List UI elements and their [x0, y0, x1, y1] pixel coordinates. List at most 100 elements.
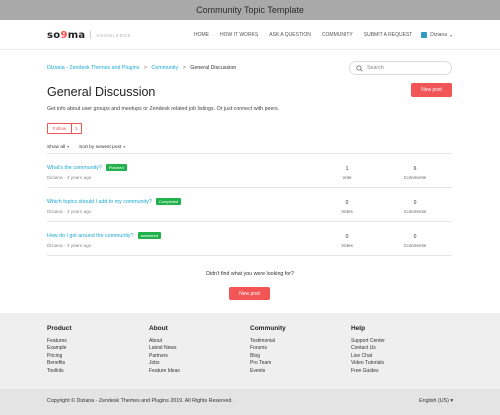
logo-divider: [90, 31, 92, 39]
footer-link[interactable]: About: [149, 338, 180, 345]
post-author[interactable]: Diziana: [47, 175, 63, 180]
footer-link[interactable]: Example: [47, 345, 72, 352]
footer-link[interactable]: Pro Team: [250, 360, 286, 367]
vote-count: 0 Votes: [327, 234, 367, 248]
vote-label: Vote: [342, 175, 352, 180]
brand-subtitle: KNOWLEDGE: [96, 32, 132, 38]
nav-how-it-works[interactable]: HOW IT WORKS: [220, 32, 258, 38]
post-author[interactable]: Diziana: [47, 243, 63, 248]
footer-link[interactable]: Forums: [250, 345, 286, 352]
post-meta: Diziana · 3 years ago: [47, 209, 92, 214]
post-title-row: How do I get around the community? answe…: [47, 232, 161, 239]
show-filter-label: Show all: [47, 145, 66, 150]
sort-label: Sort by newest post: [79, 145, 122, 150]
nav-community[interactable]: COMMUNITY: [322, 32, 353, 38]
footer-link[interactable]: Features: [47, 338, 72, 345]
breadcrumb-separator: >: [182, 65, 186, 71]
footer-link[interactable]: Video Tutorials: [351, 360, 385, 367]
breadcrumb-link-home[interactable]: Diziana - Zendesk Themes and Plugins: [47, 65, 139, 71]
chevron-down-icon: ▾: [123, 145, 126, 149]
list-item: How do I get around the community? answe…: [47, 222, 452, 256]
window-title: Community Topic Template: [0, 0, 500, 20]
footer-link[interactable]: Partners: [149, 353, 180, 360]
breadcrumb: Diziana - Zendesk Themes and Plugins > C…: [47, 65, 236, 71]
vote-count: 1 Vote: [327, 166, 367, 180]
follow-button[interactable]: Follow: [47, 123, 72, 134]
site-footer: Product Features Example Pricing Benefit…: [0, 313, 500, 389]
vote-count: 0 Votes: [327, 200, 367, 214]
footer-column-community: Community Testimonial Forums Blog Pro Te…: [250, 325, 286, 375]
sort-dropdown[interactable]: Sort by newest post ▾: [79, 144, 125, 150]
footer-link[interactable]: Feature Ideas: [149, 368, 180, 375]
footer-link[interactable]: Testimonial: [250, 338, 286, 345]
post-filters: Show all ▾ Sort by newest post ▾: [47, 144, 135, 150]
footer-link[interactable]: Free Guides: [351, 368, 385, 375]
vote-number: 0: [345, 234, 349, 240]
post-age: 3 years ago: [66, 209, 92, 214]
footer-link[interactable]: Jobs: [149, 360, 180, 367]
status-badge: answered: [137, 232, 161, 239]
footer-link[interactable]: Live Chat: [351, 353, 385, 360]
footer-link[interactable]: Events: [250, 368, 286, 375]
search-icon: [356, 64, 363, 72]
status-badge: Planned: [105, 164, 127, 171]
footer-heading: Help: [351, 325, 366, 332]
breadcrumb-separator: >: [143, 65, 147, 71]
footer-heading: About: [149, 325, 168, 332]
comment-number: 0: [413, 234, 417, 240]
footer-link[interactable]: Toolkits: [47, 368, 72, 375]
comment-label: Comments: [403, 175, 427, 180]
post-age: 3 years ago: [66, 175, 92, 180]
search-input[interactable]: [367, 65, 447, 71]
footer-bottom-bar: Copyright © Diziana - Zendesk Themes and…: [0, 389, 500, 415]
footer-heading: Community: [250, 325, 286, 332]
search-box[interactable]: [349, 61, 452, 75]
not-found-text: Didn't find what you were looking for?: [206, 271, 294, 277]
footer-column-product: Product Features Example Pricing Benefit…: [47, 325, 72, 375]
comment-label: Comments: [403, 209, 427, 214]
language-label: English (US): [419, 398, 449, 404]
comment-number: 0: [413, 200, 417, 206]
new-post-bottom-button[interactable]: New post: [229, 287, 270, 300]
breadcrumb-link-community[interactable]: Community: [151, 65, 178, 71]
footer-link[interactable]: Blog: [250, 353, 286, 360]
footer-link[interactable]: Contact Us: [351, 345, 385, 352]
user-name: Diziana: [430, 32, 447, 38]
post-age: 3 years ago: [66, 243, 92, 248]
language-selector[interactable]: English (US) ▾: [419, 398, 453, 404]
breadcrumb-current: General Discussion: [190, 65, 237, 71]
brand-logo-mark: so9ma: [47, 29, 86, 41]
vote-label: Votes: [341, 209, 353, 214]
footer-column-about: About About Latest News Partners Jobs Fe…: [149, 325, 180, 375]
copyright-text: Copyright © Diziana - Zendesk Themes and…: [47, 398, 233, 404]
post-title-link[interactable]: Which topics should I add to my communit…: [47, 199, 152, 205]
chevron-down-icon: ▾: [449, 32, 452, 38]
page-title: General Discussion: [47, 85, 156, 99]
footer-link[interactable]: Pricing: [47, 353, 72, 360]
user-menu[interactable]: Diziana ▾: [421, 32, 452, 38]
footer-link[interactable]: Latest News: [149, 345, 180, 352]
nav-ask-question[interactable]: ASK A QUESTION: [269, 32, 311, 38]
post-title-row: Which topics should I add to my communit…: [47, 198, 182, 205]
post-meta: Diziana · 3 years ago: [47, 175, 92, 180]
post-title-link[interactable]: How do I get around the community?: [47, 233, 134, 239]
chevron-down-icon: ▾: [450, 398, 453, 404]
post-title-link[interactable]: What's the community?: [47, 165, 102, 171]
brand-logo[interactable]: so9ma KNOWLEDGE: [47, 29, 131, 41]
vote-number: 1: [345, 166, 349, 172]
show-filter-dropdown[interactable]: Show all ▾: [47, 144, 69, 150]
topic-description: Get info about user groups and meetups o…: [47, 106, 280, 112]
list-item: Which topics should I add to my communit…: [47, 188, 452, 222]
footer-link[interactable]: Benefits: [47, 360, 72, 367]
nav-home[interactable]: HOME: [194, 32, 209, 38]
footer-link[interactable]: Support Center: [351, 338, 385, 345]
list-item: What's the community? Planned Diziana · …: [47, 154, 452, 188]
vote-number: 0: [345, 200, 349, 206]
post-list: What's the community? Planned Diziana · …: [47, 153, 452, 256]
new-post-button[interactable]: New post: [411, 83, 452, 97]
avatar: [421, 32, 428, 38]
nav-submit-request[interactable]: SUBMIT A REQUEST: [364, 32, 413, 38]
comment-number: 6: [413, 166, 417, 172]
post-author[interactable]: Diziana: [47, 209, 63, 214]
main-nav: HOME HOW IT WORKS ASK A QUESTION COMMUNI…: [183, 20, 452, 50]
